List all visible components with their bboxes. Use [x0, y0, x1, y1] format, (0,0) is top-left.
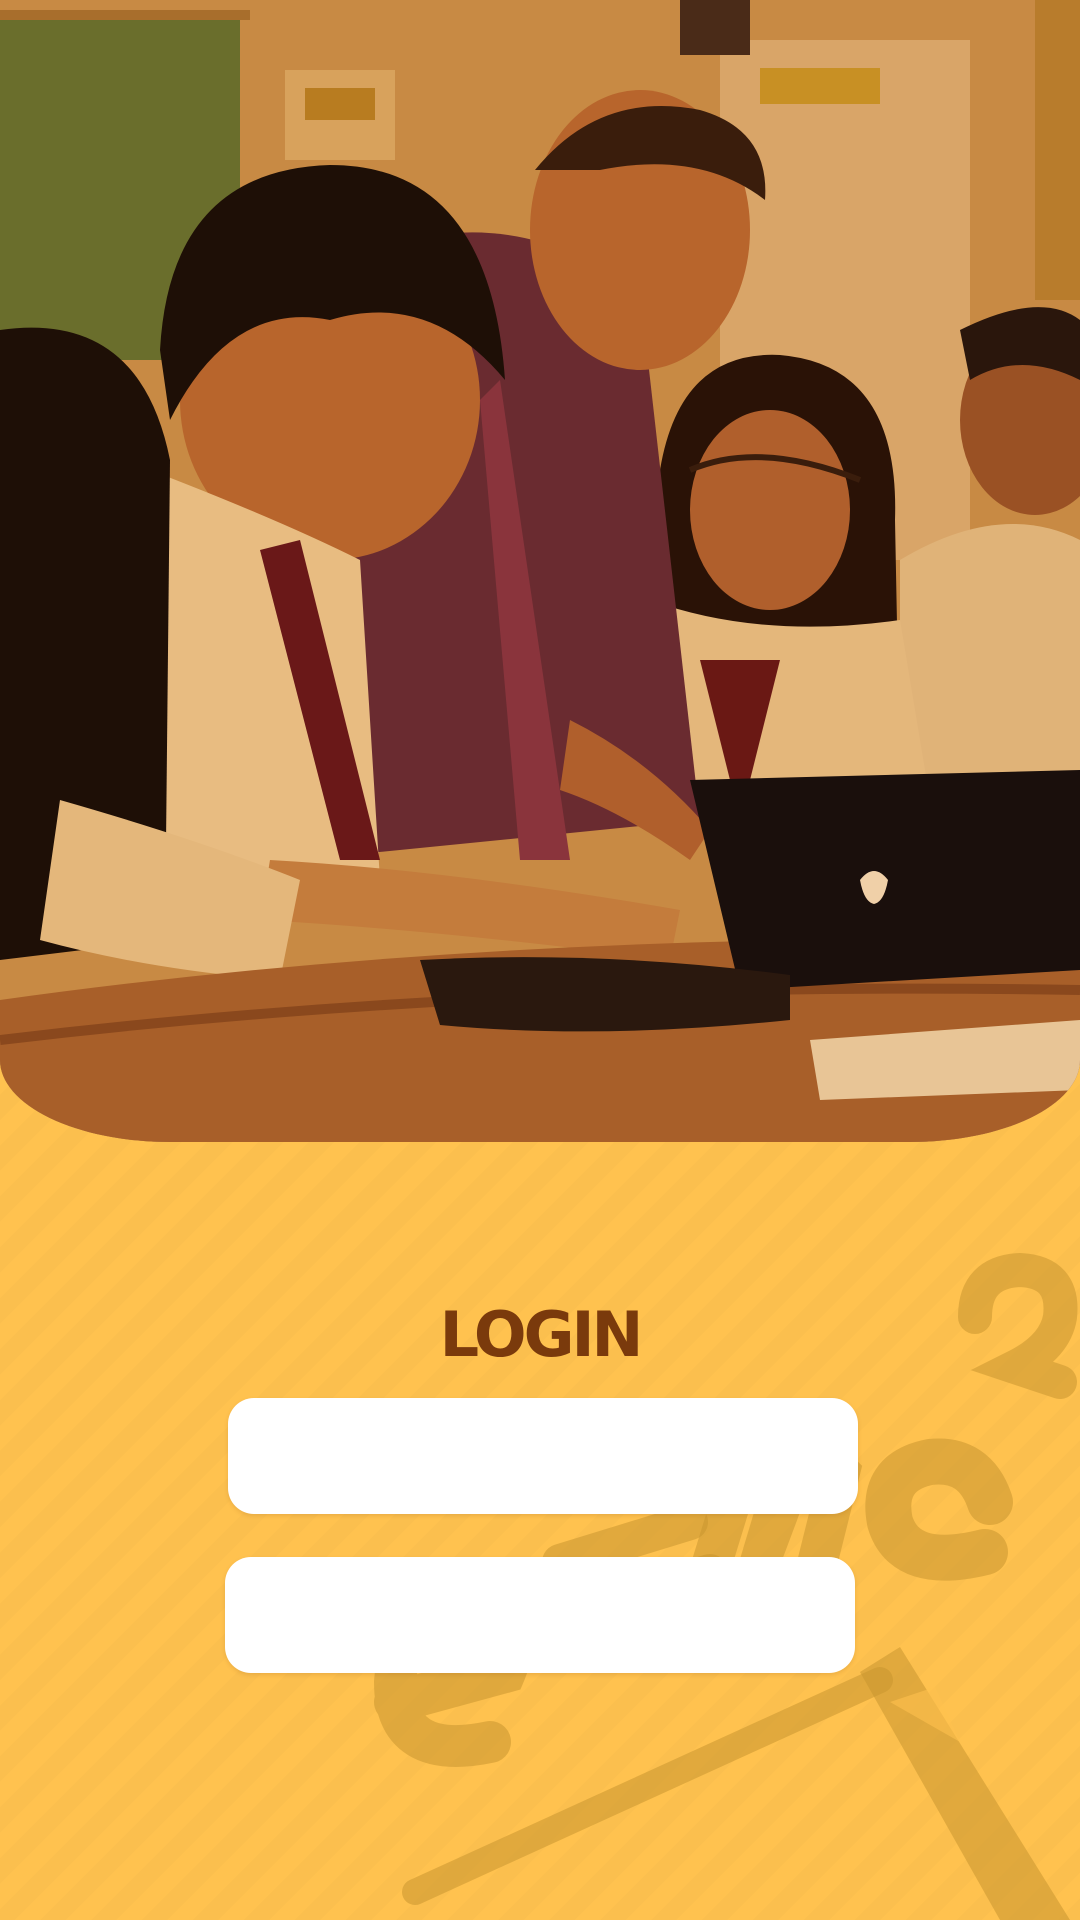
password-field[interactable]	[225, 1557, 855, 1673]
hero-photo-classroom	[0, 0, 1080, 1142]
password-input[interactable]	[225, 1557, 855, 1673]
login-title: LOGIN	[439, 1298, 644, 1371]
username-field[interactable]	[228, 1398, 858, 1514]
hero-tint-overlay	[0, 0, 1080, 1142]
username-input[interactable]	[228, 1398, 858, 1514]
